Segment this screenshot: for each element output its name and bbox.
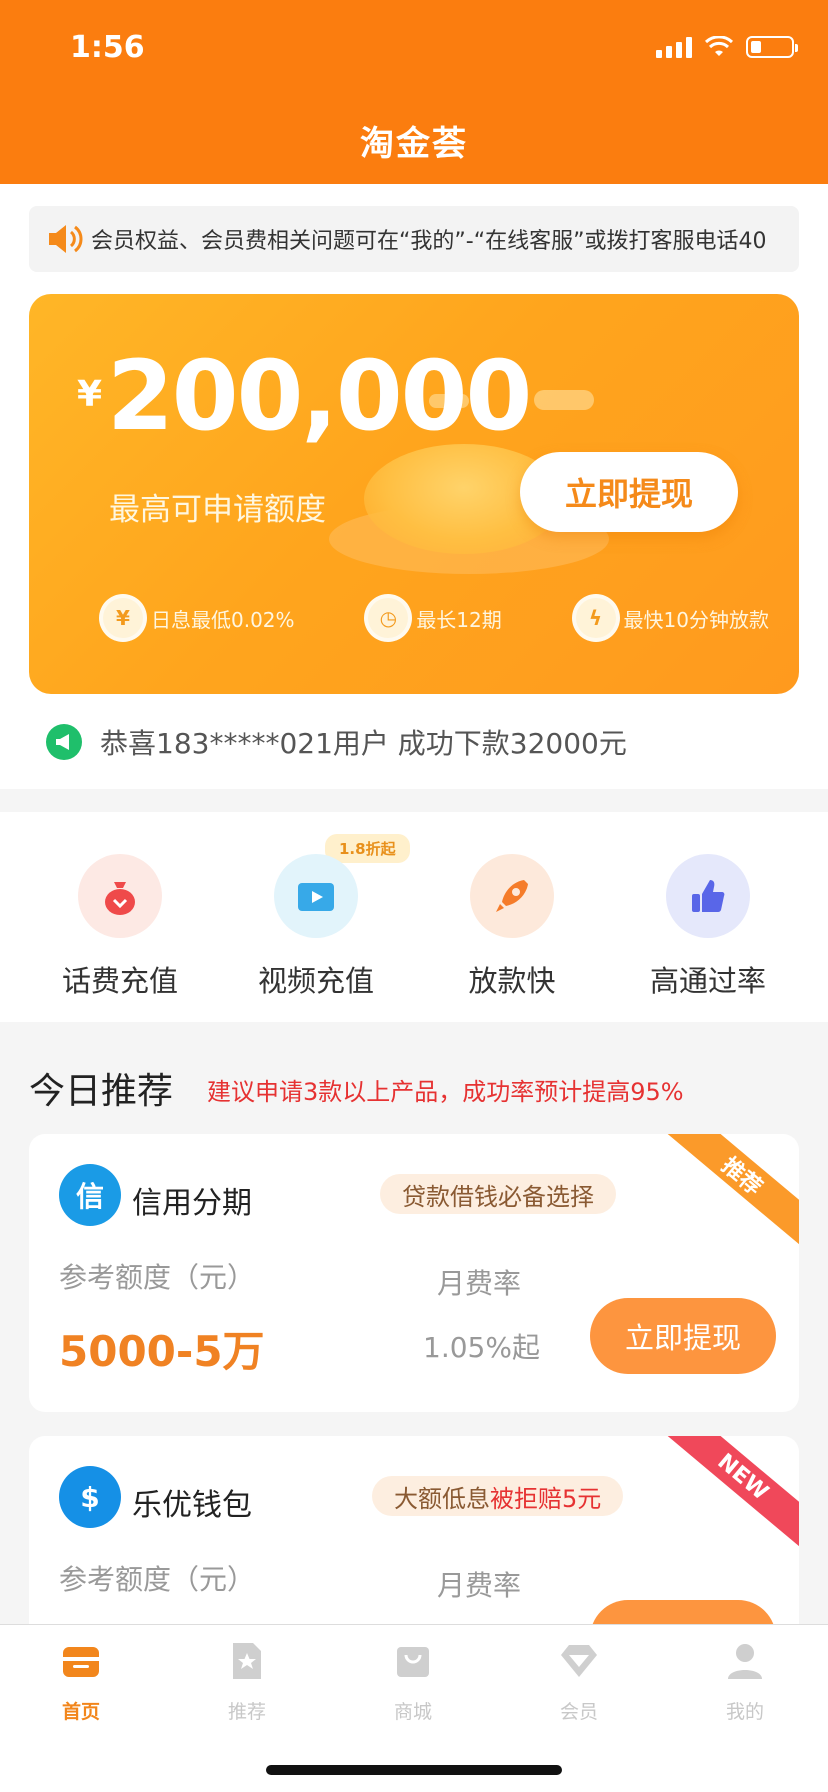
shop-icon: [397, 1647, 429, 1677]
max-amount: 200,000: [107, 340, 532, 452]
video-icon: [274, 854, 358, 938]
megaphone-icon: [46, 724, 82, 760]
recommend-ribbon: 推荐: [655, 1134, 799, 1253]
quick-item-label: 高通过率: [649, 964, 766, 998]
page-title: 淘金荟: [360, 124, 468, 164]
interest-icon: ¥: [99, 594, 147, 642]
amount-label: 参考额度（元）: [59, 1261, 256, 1294]
product-logo: 信: [59, 1164, 121, 1226]
clock-icon: ◷: [364, 594, 413, 642]
quick-item-label: 话费充值: [61, 964, 178, 998]
success-ticker: 恭喜183*****021用户 成功下款32000元: [46, 722, 627, 762]
feature-speed: ϟ 最快10分钟放款: [571, 594, 769, 642]
tab-recommend[interactable]: 推荐: [187, 1639, 307, 1724]
product-name: 信用分期: [132, 1186, 252, 1221]
success-text: 恭喜183*****021用户 成功下款32000元: [100, 727, 627, 760]
thumbs-up-icon: [666, 854, 750, 938]
tab-shop[interactable]: 商城: [353, 1639, 473, 1724]
rate-label: 月费率: [437, 1569, 522, 1602]
feature-label: 日息最低0.02%: [151, 607, 295, 632]
recommend-tip: 建议申请3款以上产品，成功率预计提高95%: [207, 1078, 684, 1106]
product-tag: 贷款借钱必备选择: [380, 1174, 616, 1214]
rate-label: 月费率: [437, 1267, 522, 1300]
rate-value: 1.05%起: [423, 1331, 540, 1364]
app-header: 1:56 淘金荟: [0, 0, 828, 184]
quick-menu: 1.8折起 话费充值 视频充值 放款快 高通过率: [0, 812, 828, 1022]
home-icon: [63, 1647, 99, 1677]
notice-text: 会员权益、会员费相关问题可在“我的”-“在线客服”或拨打客服电话40: [91, 229, 767, 254]
tab-label: 商城: [393, 1701, 432, 1723]
tag-prefix: 大额低息: [394, 1484, 490, 1513]
profile-icon: [728, 1644, 762, 1679]
tab-label: 我的: [725, 1701, 764, 1723]
quick-item-fast-loan[interactable]: 放款快: [412, 854, 612, 1000]
battery-icon: [746, 36, 798, 58]
notice-bar[interactable]: 会员权益、会员费相关问题可在“我的”-“在线客服”或拨打客服电话40: [29, 206, 799, 272]
tab-label: 推荐: [227, 1701, 266, 1723]
quick-item-phone-recharge[interactable]: 话费充值: [20, 854, 220, 1000]
tab-label: 会员: [559, 1701, 598, 1723]
withdraw-button[interactable]: 立即提现: [590, 1298, 776, 1374]
feature-label: 最快10分钟放款: [623, 607, 769, 632]
new-ribbon: NEW: [655, 1436, 799, 1555]
tab-label: 首页: [61, 1701, 100, 1723]
quick-item-label: 放款快: [468, 964, 556, 998]
quick-item-label: 视频充值: [257, 964, 374, 998]
recommend-icon: [233, 1643, 261, 1679]
credit-banner[interactable]: ¥ 200,000 最高可申请额度 立即提现 ¥ 日息最低0.02% ◷ 最长1…: [29, 294, 799, 694]
speaker-icon: [49, 225, 83, 253]
money-bag-icon: [78, 854, 162, 938]
feature-interest: ¥ 日息最低0.02%: [99, 594, 295, 642]
product-logo: $: [59, 1466, 121, 1528]
home-indicator: [266, 1765, 562, 1775]
amount-value: 5000-5万: [59, 1327, 265, 1376]
quick-item-video-recharge[interactable]: 视频充值: [216, 854, 416, 1000]
product-name: 乐优钱包: [132, 1488, 252, 1523]
max-amount-label: 最高可申请额度: [109, 492, 326, 528]
banner-features: ¥ 日息最低0.02% ◷ 最长12期 ϟ 最快10分钟放款: [99, 594, 769, 642]
tab-member[interactable]: 会员: [519, 1639, 639, 1724]
quick-item-high-approval[interactable]: 高通过率: [608, 854, 808, 1000]
feature-label: 最长12期: [416, 607, 502, 632]
tab-home[interactable]: 首页: [21, 1639, 141, 1724]
signal-icon: [656, 36, 692, 58]
logo-char: $: [80, 1480, 100, 1514]
tab-profile[interactable]: 我的: [685, 1639, 805, 1724]
rocket-icon: [470, 854, 554, 938]
feature-term: ◷ 最长12期: [364, 594, 502, 642]
section-title: 今日推荐: [29, 1071, 174, 1112]
amount-label: 参考额度（元）: [59, 1563, 256, 1596]
member-icon: [561, 1645, 597, 1677]
withdraw-now-button[interactable]: 立即提现: [520, 452, 738, 532]
product-tag: 大额低息 被拒赔5元: [372, 1476, 624, 1516]
status-icons: [656, 36, 798, 58]
product-card[interactable]: 推荐 信 信用分期 贷款借钱必备选择 参考额度（元） 月费率 5000-5万 1…: [29, 1134, 799, 1412]
wifi-icon: [704, 36, 734, 56]
status-time: 1:56: [70, 30, 145, 65]
tag-highlight: 被拒赔5元: [490, 1484, 602, 1513]
lightning-icon: ϟ: [571, 594, 620, 642]
logo-char: 信: [75, 1180, 104, 1213]
currency-symbol: ¥: [77, 374, 103, 415]
cloud-decoration: [534, 390, 594, 410]
